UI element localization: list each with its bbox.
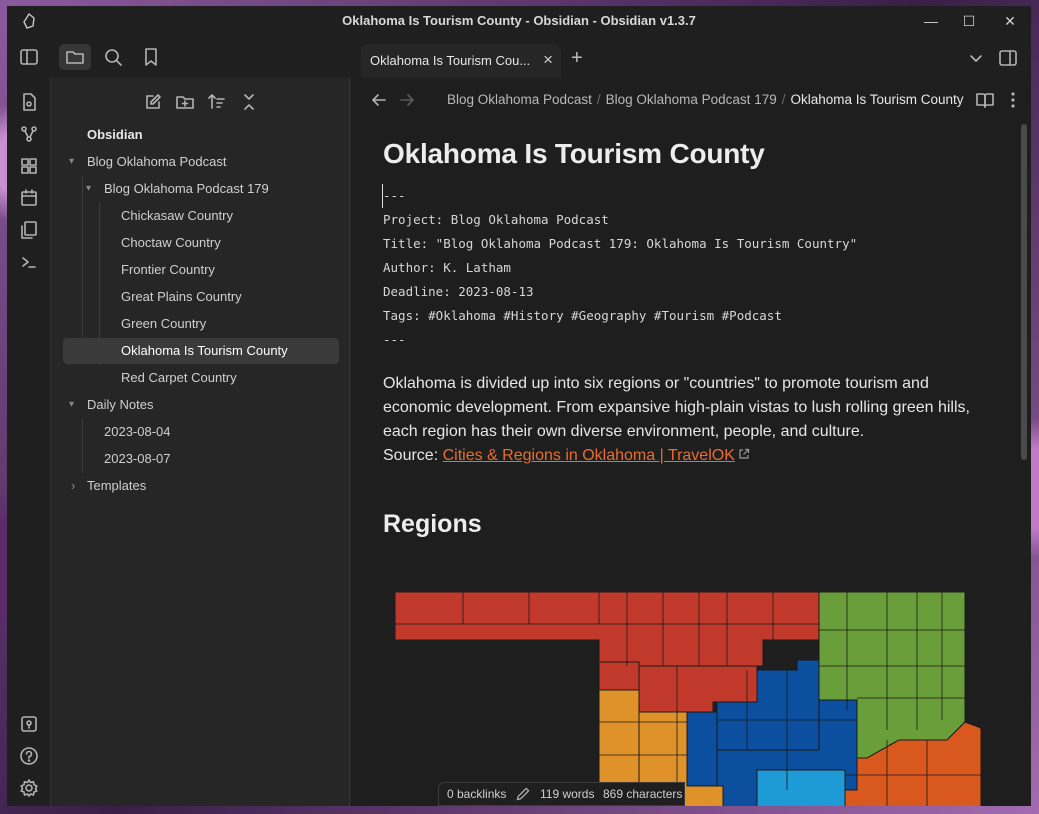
folder-daily-notes[interactable]: ▾ Daily Notes bbox=[69, 392, 339, 418]
body-paragraph[interactable]: Oklahoma is divided up into six regions … bbox=[383, 372, 983, 468]
templates-icon[interactable] bbox=[19, 220, 39, 240]
sort-order-icon[interactable] bbox=[207, 92, 227, 112]
settings-icon[interactable] bbox=[19, 778, 39, 798]
section-heading-regions[interactable]: Regions bbox=[383, 510, 983, 539]
vault-switcher-icon[interactable] bbox=[19, 714, 39, 734]
frontmatter-delimiter: --- bbox=[382, 184, 983, 208]
tree-item-label: Templates bbox=[87, 478, 147, 493]
oklahoma-regions-map bbox=[394, 591, 982, 806]
editor-pane: Blog Oklahoma Podcast / Blog Oklahoma Podc… bbox=[351, 78, 1031, 806]
tab-oklahoma-is-tourism-county[interactable]: Oklahoma Is Tourism Cou... × bbox=[361, 44, 561, 78]
tree-item-label: Blog Oklahoma Podcast bbox=[87, 154, 227, 169]
folder-blog-oklahoma-podcast-179[interactable]: ▾ Blog Oklahoma Podcast 179 bbox=[86, 176, 336, 202]
command-palette-icon[interactable] bbox=[19, 252, 39, 272]
close-tab-icon[interactable]: × bbox=[543, 50, 553, 70]
frontmatter-deadline: Deadline: 2023-08-13 bbox=[383, 284, 534, 299]
open-quick-switcher-icon[interactable] bbox=[19, 92, 39, 112]
forward-arrow-icon[interactable] bbox=[397, 90, 417, 110]
chevron-down-icon: ▾ bbox=[86, 183, 92, 194]
file-great-plains-country[interactable]: Great Plains Country bbox=[121, 284, 242, 310]
frontmatter[interactable]: --- Project: Blog Oklahoma Podcast Title: … bbox=[382, 184, 983, 352]
tab-bar: Oklahoma Is Tourism Cou... × + bbox=[361, 36, 1031, 78]
graph-view-icon[interactable] bbox=[19, 124, 39, 144]
new-tab-icon[interactable]: + bbox=[571, 47, 583, 70]
obsidian-window: Oklahoma Is Tourism County - Obsidian - … bbox=[7, 6, 1031, 806]
character-count: 869 characters bbox=[603, 787, 683, 801]
external-link-icon bbox=[738, 444, 750, 459]
file-chickasaw-country[interactable]: Chickasaw Country bbox=[121, 203, 233, 229]
source-label: Source: bbox=[383, 447, 439, 464]
sidebar-header bbox=[7, 36, 361, 78]
file-choctaw-country[interactable]: Choctaw Country bbox=[121, 230, 221, 256]
more-options-icon[interactable] bbox=[1003, 90, 1023, 110]
tree-item-label: Daily Notes bbox=[87, 397, 154, 412]
breadcrumb-current: Oklahoma Is Tourism County bbox=[790, 92, 964, 107]
editor-scrollbar[interactable] bbox=[1021, 124, 1027, 460]
backlinks-count[interactable]: 0 backlinks bbox=[447, 783, 506, 805]
folder-templates[interactable]: › Templates bbox=[69, 473, 339, 499]
note-title[interactable]: Oklahoma Is Tourism County bbox=[383, 138, 983, 170]
word-count: 119 words bbox=[540, 787, 595, 801]
search-icon[interactable] bbox=[103, 47, 123, 67]
vault-name[interactable]: Obsidian bbox=[87, 122, 143, 148]
breadcrumb-separator: / bbox=[781, 92, 786, 107]
frontmatter-tags: Tags: #Oklahoma #History #Geography #Tou… bbox=[383, 308, 782, 323]
window-title: Oklahoma Is Tourism County - Obsidian - … bbox=[342, 13, 696, 28]
new-folder-icon[interactable] bbox=[175, 92, 195, 112]
collapse-all-icon[interactable] bbox=[239, 92, 259, 112]
tab-list-chevron-down-icon[interactable] bbox=[966, 49, 986, 69]
file-oklahoma-is-tourism-county[interactable]: Oklahoma Is Tourism County bbox=[63, 338, 339, 364]
breadcrumb: Blog Oklahoma Podcast / Blog Oklahoma Podc… bbox=[447, 92, 964, 107]
daily-note-icon[interactable] bbox=[19, 188, 39, 208]
tab-label: Oklahoma Is Tourism Cou... bbox=[370, 53, 531, 68]
bookmark-icon[interactable] bbox=[141, 47, 161, 67]
back-arrow-icon[interactable] bbox=[369, 90, 389, 110]
frontmatter-author: Author: K. Latham bbox=[383, 260, 511, 275]
tree-item-label: Blog Oklahoma Podcast 179 bbox=[104, 181, 269, 196]
chevron-right-icon: › bbox=[71, 478, 76, 493]
breadcrumb-item[interactable]: Blog Oklahoma Podcast 179 bbox=[606, 92, 777, 107]
status-bar: 0 backlinks 119 words 869 characters bbox=[438, 782, 685, 806]
toggle-right-sidebar-icon[interactable] bbox=[998, 48, 1018, 68]
frontmatter-delimiter: --- bbox=[383, 332, 406, 347]
frontmatter-title: Title: "Blog Oklahoma Podcast 179: Oklah… bbox=[383, 236, 858, 251]
breadcrumb-item[interactable]: Blog Oklahoma Podcast bbox=[447, 92, 592, 107]
frontmatter-project: Project: Blog Oklahoma Podcast bbox=[383, 212, 609, 227]
close-window-button[interactable]: ✕ bbox=[990, 6, 1030, 36]
reading-view-book-icon[interactable] bbox=[975, 90, 995, 110]
source-link[interactable]: Cities & Regions in Oklahoma | TravelOK bbox=[443, 447, 735, 464]
canvas-icon[interactable] bbox=[19, 156, 39, 176]
note-content[interactable]: Oklahoma Is Tourism County --- Project: B… bbox=[382, 138, 983, 539]
view-header: Blog Oklahoma Podcast / Blog Oklahoma Podc… bbox=[351, 78, 1031, 122]
collapse-sidebar-icon[interactable] bbox=[19, 47, 39, 67]
title-bar: Oklahoma Is Tourism County - Obsidian - … bbox=[7, 6, 1031, 36]
chevron-down-icon: ▾ bbox=[69, 156, 75, 167]
body-text: Oklahoma is divided up into six regions … bbox=[383, 375, 970, 440]
file-2023-08-04[interactable]: 2023-08-04 bbox=[104, 419, 171, 445]
file-2023-08-07[interactable]: 2023-08-07 bbox=[104, 446, 171, 472]
new-note-icon[interactable] bbox=[143, 92, 163, 112]
file-frontier-country[interactable]: Frontier Country bbox=[121, 257, 215, 283]
left-ribbon bbox=[7, 78, 51, 806]
files-view-icon[interactable] bbox=[59, 44, 91, 70]
file-explorer: Obsidian ▾ Blog Oklahoma Podcast ▾ Blog … bbox=[51, 78, 350, 806]
folder-blog-oklahoma-podcast[interactable]: ▾ Blog Oklahoma Podcast bbox=[69, 149, 339, 175]
breadcrumb-separator: / bbox=[596, 92, 601, 107]
chevron-down-icon: ▾ bbox=[69, 399, 75, 410]
maximize-button[interactable]: ☐ bbox=[949, 6, 989, 36]
tree-guide bbox=[82, 176, 83, 365]
tree-guide bbox=[82, 419, 83, 473]
help-icon[interactable] bbox=[19, 746, 39, 766]
minimize-button[interactable]: — bbox=[911, 6, 951, 36]
file-green-country[interactable]: Green Country bbox=[121, 311, 206, 337]
file-red-carpet-country[interactable]: Red Carpet Country bbox=[121, 365, 237, 391]
editing-pencil-icon[interactable] bbox=[515, 786, 531, 802]
